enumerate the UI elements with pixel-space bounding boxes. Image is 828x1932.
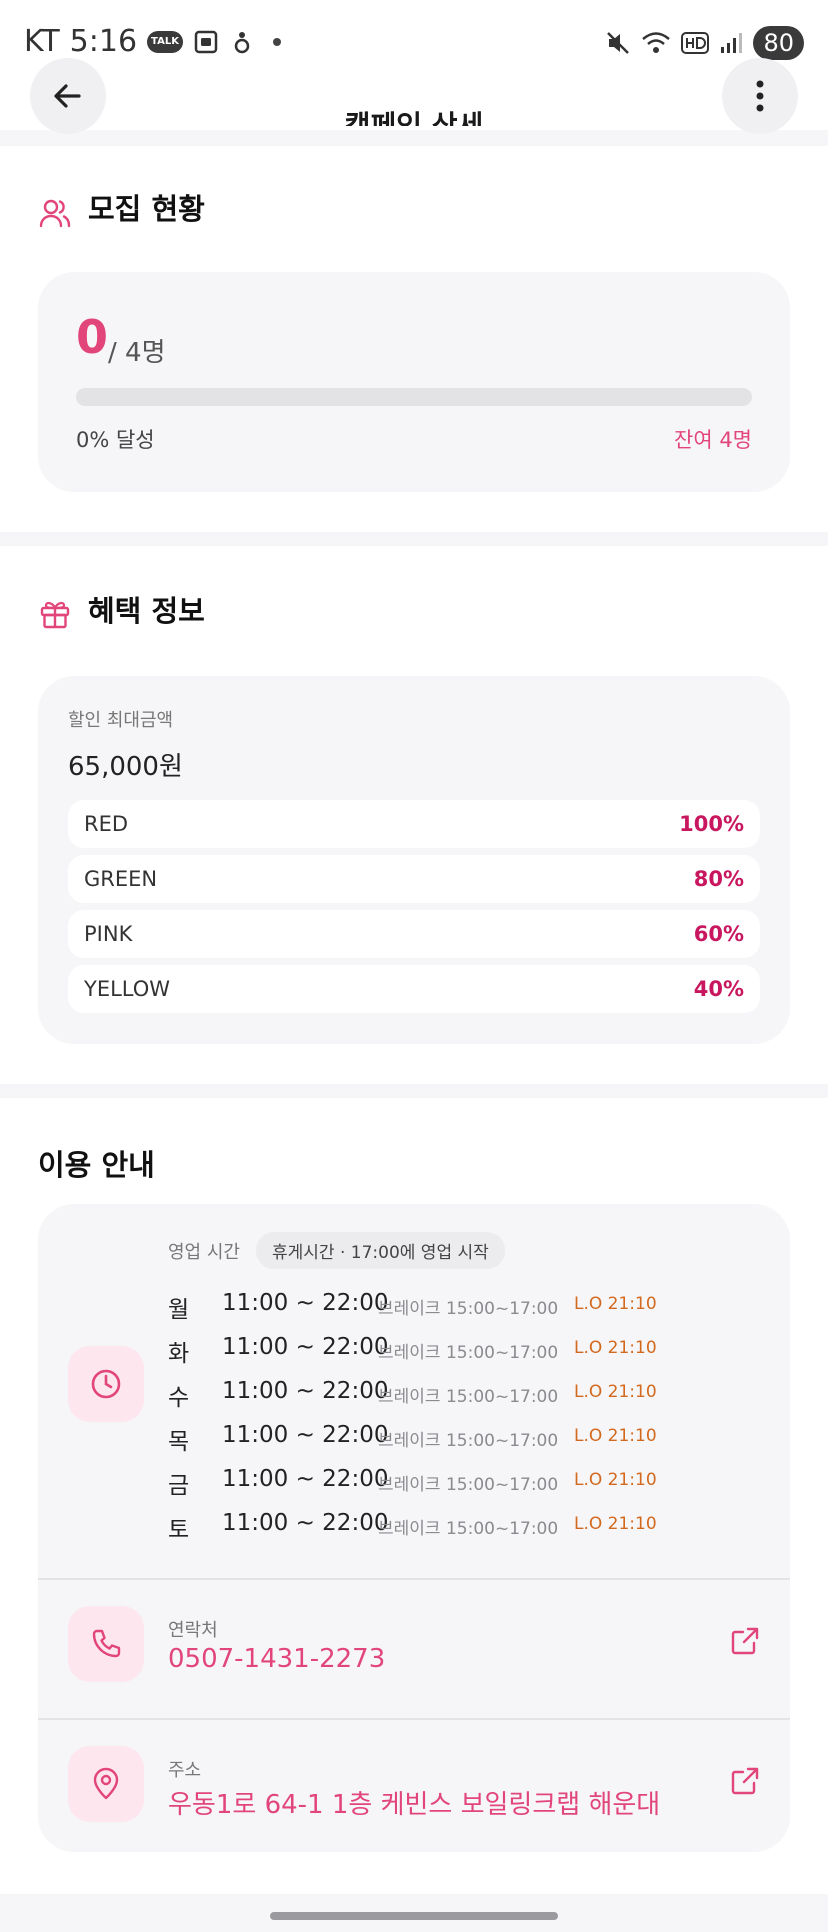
tier-row: PINK 60% — [68, 910, 760, 958]
tier-row: YELLOW 40% — [68, 965, 760, 1013]
benefit-title: 혜택 정보 — [88, 594, 205, 628]
schedule-last-order: L.O 21:10 — [574, 1294, 657, 1314]
external-link-icon[interactable] — [730, 1626, 760, 1656]
hours-icon-tile — [68, 1346, 144, 1422]
schedule-row: 월 11:00 ~ 22:00 브레이크 15:00~17:00 L.O 21:… — [168, 1286, 768, 1323]
achieved-rate: 0% 달성 — [76, 428, 155, 452]
schedule-break: 브레이크 15:00~17:00 — [378, 1299, 559, 1319]
clock-icon — [91, 1369, 121, 1399]
contact-phone-link[interactable]: 0507-1431-2273 — [168, 1644, 385, 1674]
talk-notification-icon: TALK — [147, 30, 183, 53]
schedule-break: 브레이크 15:00~17:00 — [378, 1519, 559, 1539]
status-right: 80 — [605, 26, 804, 61]
tier-percent: 60% — [693, 922, 744, 946]
schedule-day: 금 — [168, 1473, 190, 1499]
schedule-hours: 11:00 ~ 22:00 — [222, 1334, 389, 1360]
usage-card: 영업 시간 휴게시간 · 17:00에 영업 시작 월 11:00 ~ 22:0… — [38, 1204, 790, 1852]
schedule-hours: 11:00 ~ 22:00 — [222, 1378, 389, 1404]
external-link-icon[interactable] — [730, 1766, 760, 1796]
tier-name: YELLOW — [84, 977, 171, 1001]
max-discount-label: 할인 최대금액 — [68, 710, 174, 731]
schedule-last-order: L.O 21:10 — [574, 1382, 657, 1402]
schedule-row: 목 11:00 ~ 22:00 브레이크 15:00~17:00 L.O 21:… — [168, 1418, 768, 1455]
schedule-hours: 11:00 ~ 22:00 — [222, 1422, 389, 1448]
contact-label: 연락처 — [168, 1620, 218, 1641]
schedule-last-order: L.O 21:10 — [574, 1338, 657, 1358]
app-header: 캠페인 상세 — [0, 58, 828, 134]
more-options-button[interactable] — [722, 58, 798, 134]
usage-section: 이용 안내 영업 시간 휴게시간 · 17:00에 영업 시작 월 11:00 … — [0, 1098, 828, 1894]
tier-name: RED — [84, 812, 129, 836]
schedule-last-order: L.O 21:10 — [574, 1426, 657, 1446]
schedule-break: 브레이크 15:00~17:00 — [378, 1387, 559, 1407]
schedule-last-order: L.O 21:10 — [574, 1470, 657, 1490]
business-status-chip: 휴게시간 · 17:00에 영업 시작 — [256, 1232, 505, 1269]
schedule-hours: 11:00 ~ 22:00 — [222, 1510, 389, 1536]
address-label: 주소 — [168, 1760, 202, 1781]
phone-icon — [92, 1629, 121, 1658]
screenshot-icon — [194, 30, 218, 53]
schedule-day: 월 — [168, 1297, 190, 1323]
mute-icon — [607, 32, 630, 55]
max-discount-amount: 65,000원 — [68, 752, 183, 782]
business-hours-label: 영업 시간 — [168, 1242, 240, 1263]
address-icon-tile — [68, 1746, 144, 1822]
recruit-current-count: 0 — [76, 310, 109, 364]
schedule-day: 토 — [168, 1517, 190, 1543]
tier-percent: 100% — [679, 812, 744, 836]
recruitment-card: 0 / 4명 0% 달성 잔여 4명 — [38, 272, 790, 492]
recruitment-title: 모집 현황 — [88, 192, 205, 226]
tier-name: PINK — [84, 922, 133, 946]
status-left: KT 5:16 TALK — [24, 24, 281, 59]
tier-row: GREEN 80% — [68, 855, 760, 903]
tier-row: RED 100% — [68, 800, 760, 848]
gift-icon — [40, 601, 70, 629]
divider — [38, 1578, 790, 1580]
recruitment-section: 모집 현황 0 / 4명 0% 달성 잔여 4명 — [0, 146, 828, 532]
schedule-hours: 11:00 ~ 22:00 — [222, 1290, 389, 1316]
benefit-section: 혜택 정보 할인 최대금액 65,000원 RED 100% GREEN 80%… — [0, 546, 828, 1084]
home-indicator[interactable] — [270, 1912, 558, 1920]
divider — [38, 1718, 790, 1720]
schedule-last-order: L.O 21:10 — [574, 1514, 657, 1534]
schedule-hours: 11:00 ~ 22:00 — [222, 1466, 389, 1492]
address-link[interactable]: 우동1로 64-1 1층 케빈스 보일링크랩 해운대 — [168, 1784, 660, 1821]
map-pin-icon — [93, 1767, 119, 1800]
tier-percent: 80% — [693, 867, 744, 891]
schedule-day: 수 — [168, 1385, 190, 1411]
schedule-break: 브레이크 15:00~17:00 — [378, 1343, 559, 1363]
status-bar: KT 5:16 TALK 80 — [0, 0, 828, 70]
tier-percent: 40% — [693, 977, 744, 1001]
schedule-break: 브레이크 15:00~17:00 — [378, 1475, 559, 1495]
more-vertical-icon — [756, 80, 764, 112]
page-title: 캠페인 상세 — [0, 88, 828, 126]
recruit-total-count: / 4명 — [108, 338, 166, 368]
more-notifications-dot — [272, 37, 281, 46]
tier-name: GREEN — [84, 867, 158, 891]
users-icon — [39, 199, 71, 228]
hd-icon — [681, 32, 710, 55]
contact-icon-tile — [68, 1606, 144, 1682]
benefit-card: 할인 최대금액 65,000원 RED 100% GREEN 80% PINK … — [38, 676, 790, 1044]
app-notification-icon — [234, 31, 250, 53]
recruit-progress-bar — [76, 388, 752, 406]
clock-time: 5:16 — [69, 24, 138, 59]
wifi-icon — [642, 32, 671, 54]
schedule-row: 화 11:00 ~ 22:00 브레이크 15:00~17:00 L.O 21:… — [168, 1330, 768, 1367]
schedule-day: 목 — [168, 1429, 190, 1455]
schedule-row: 금 11:00 ~ 22:00 브레이크 15:00~17:00 L.O 21:… — [168, 1462, 768, 1499]
schedule-row: 수 11:00 ~ 22:00 브레이크 15:00~17:00 L.O 21:… — [168, 1374, 768, 1411]
page-title-text: 캠페인 상세 — [344, 109, 484, 126]
carrier-label: KT — [24, 24, 60, 59]
schedule-break: 브레이크 15:00~17:00 — [378, 1431, 559, 1451]
battery-indicator: 80 — [753, 26, 804, 61]
signal-icon — [721, 33, 743, 54]
usage-title: 이용 안내 — [38, 1148, 155, 1182]
schedule-row: 토 11:00 ~ 22:00 브레이크 15:00~17:00 L.O 21:… — [168, 1506, 768, 1543]
schedule-day: 화 — [168, 1341, 190, 1367]
remaining-slots: 잔여 4명 — [674, 428, 752, 452]
